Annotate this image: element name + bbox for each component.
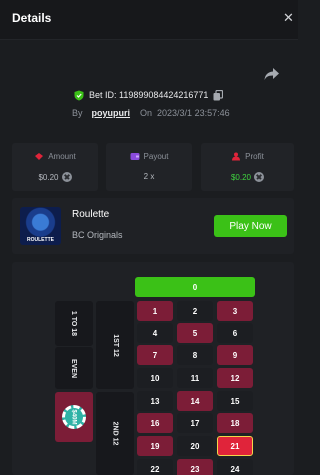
profit-value: $0.20 (230, 172, 252, 182)
bet-byline: By poyupuri On 2023/3/1 23:57:46 (72, 107, 230, 119)
details-header: Details ✕ (0, 0, 298, 40)
first-12-cell: 1ST 12 (96, 301, 134, 389)
number-cell-12: 12 (217, 368, 253, 388)
number-cell-24: 24 (217, 459, 253, 475)
bet-id-text: Bet ID: 119899084424216771 (89, 90, 209, 100)
amount-label: Amount (48, 152, 76, 161)
profit-icon (232, 152, 241, 161)
payout-icon (130, 153, 140, 160)
number-cell-21: 21 (217, 436, 253, 456)
roulette-thumbnail[interactable]: ROULETTE (20, 207, 61, 245)
number-cell-5: 5 (177, 323, 213, 343)
amount-icon (35, 153, 44, 160)
panel-title: Details (12, 11, 52, 25)
number-cell-18: 18 (217, 413, 253, 433)
second-12-cell: 2ND 12 (96, 392, 134, 475)
coin-icon (61, 172, 72, 182)
chip-value: $40M (70, 409, 77, 425)
number-cell-4: 4 (137, 323, 173, 343)
number-cell-20: 20 (177, 436, 213, 456)
payout-label: Payout (143, 152, 169, 161)
number-cell-10: 10 (137, 368, 173, 388)
game-name[interactable]: Roulette (72, 209, 109, 220)
number-cell-16: 16 (137, 413, 173, 433)
number-cell-23: 23 (177, 459, 213, 475)
number-cell-1: 1 (137, 301, 173, 321)
bet-chip-icon: $40M (62, 405, 86, 429)
number-cell-6: 6 (217, 323, 253, 343)
zero-cell: 0 (135, 277, 255, 297)
coin-icon (254, 172, 265, 182)
number-cell-13: 13 (137, 391, 173, 411)
game-provider: BC Originals (72, 230, 123, 240)
first-12-label: 1ST 12 (111, 333, 119, 357)
number-cell-2: 2 (177, 301, 213, 321)
number-cell-7: 7 (137, 345, 173, 365)
number-cell-22: 22 (137, 459, 173, 475)
verified-shield-icon (74, 90, 84, 100)
profit-label: Profit (245, 152, 264, 161)
bet-id-row: Bet ID: 119899084424216771 (74, 88, 224, 102)
thumbnail-label: ROULETTE (27, 237, 54, 243)
on-label: On (140, 108, 153, 118)
number-cell-11: 11 (177, 368, 213, 388)
game-card: ROULETTE Roulette BC Originals Play Now (12, 198, 294, 254)
number-cell-19: 19 (137, 436, 173, 456)
number-cell-3: 3 (217, 301, 253, 321)
number-cell-14: 14 (177, 391, 213, 411)
bet-datetime: 2023/3/1 23:57:46 (157, 108, 230, 118)
red-bet-cell: $40M (55, 392, 93, 442)
number-cell-15: 15 (217, 391, 253, 411)
username-link[interactable]: poyupuri (92, 108, 131, 118)
payout-value: 2 x (143, 172, 155, 181)
number-cell-8: 8 (177, 345, 213, 365)
by-label: By (72, 108, 83, 118)
number-cell-17: 17 (177, 413, 213, 433)
one-to-18-cell: 1 TO 18 (55, 301, 93, 346)
even-label: EVEN (70, 358, 78, 378)
play-now-button[interactable]: Play Now (214, 215, 287, 237)
even-cell: EVEN (55, 347, 93, 389)
number-cell-9: 9 (217, 345, 253, 365)
one-to-18-label: 1 TO 18 (70, 310, 78, 337)
payout-stat: Payout 2 x (106, 143, 192, 191)
share-icon[interactable] (263, 65, 281, 83)
second-12-label: 2ND 12 (111, 421, 119, 446)
amount-value: $0.20 (38, 172, 59, 182)
profit-stat: Profit $0.20 (201, 143, 294, 191)
copy-icon[interactable] (213, 89, 224, 101)
close-icon[interactable]: ✕ (283, 10, 294, 26)
amount-stat: Amount $0.20 (12, 143, 98, 191)
